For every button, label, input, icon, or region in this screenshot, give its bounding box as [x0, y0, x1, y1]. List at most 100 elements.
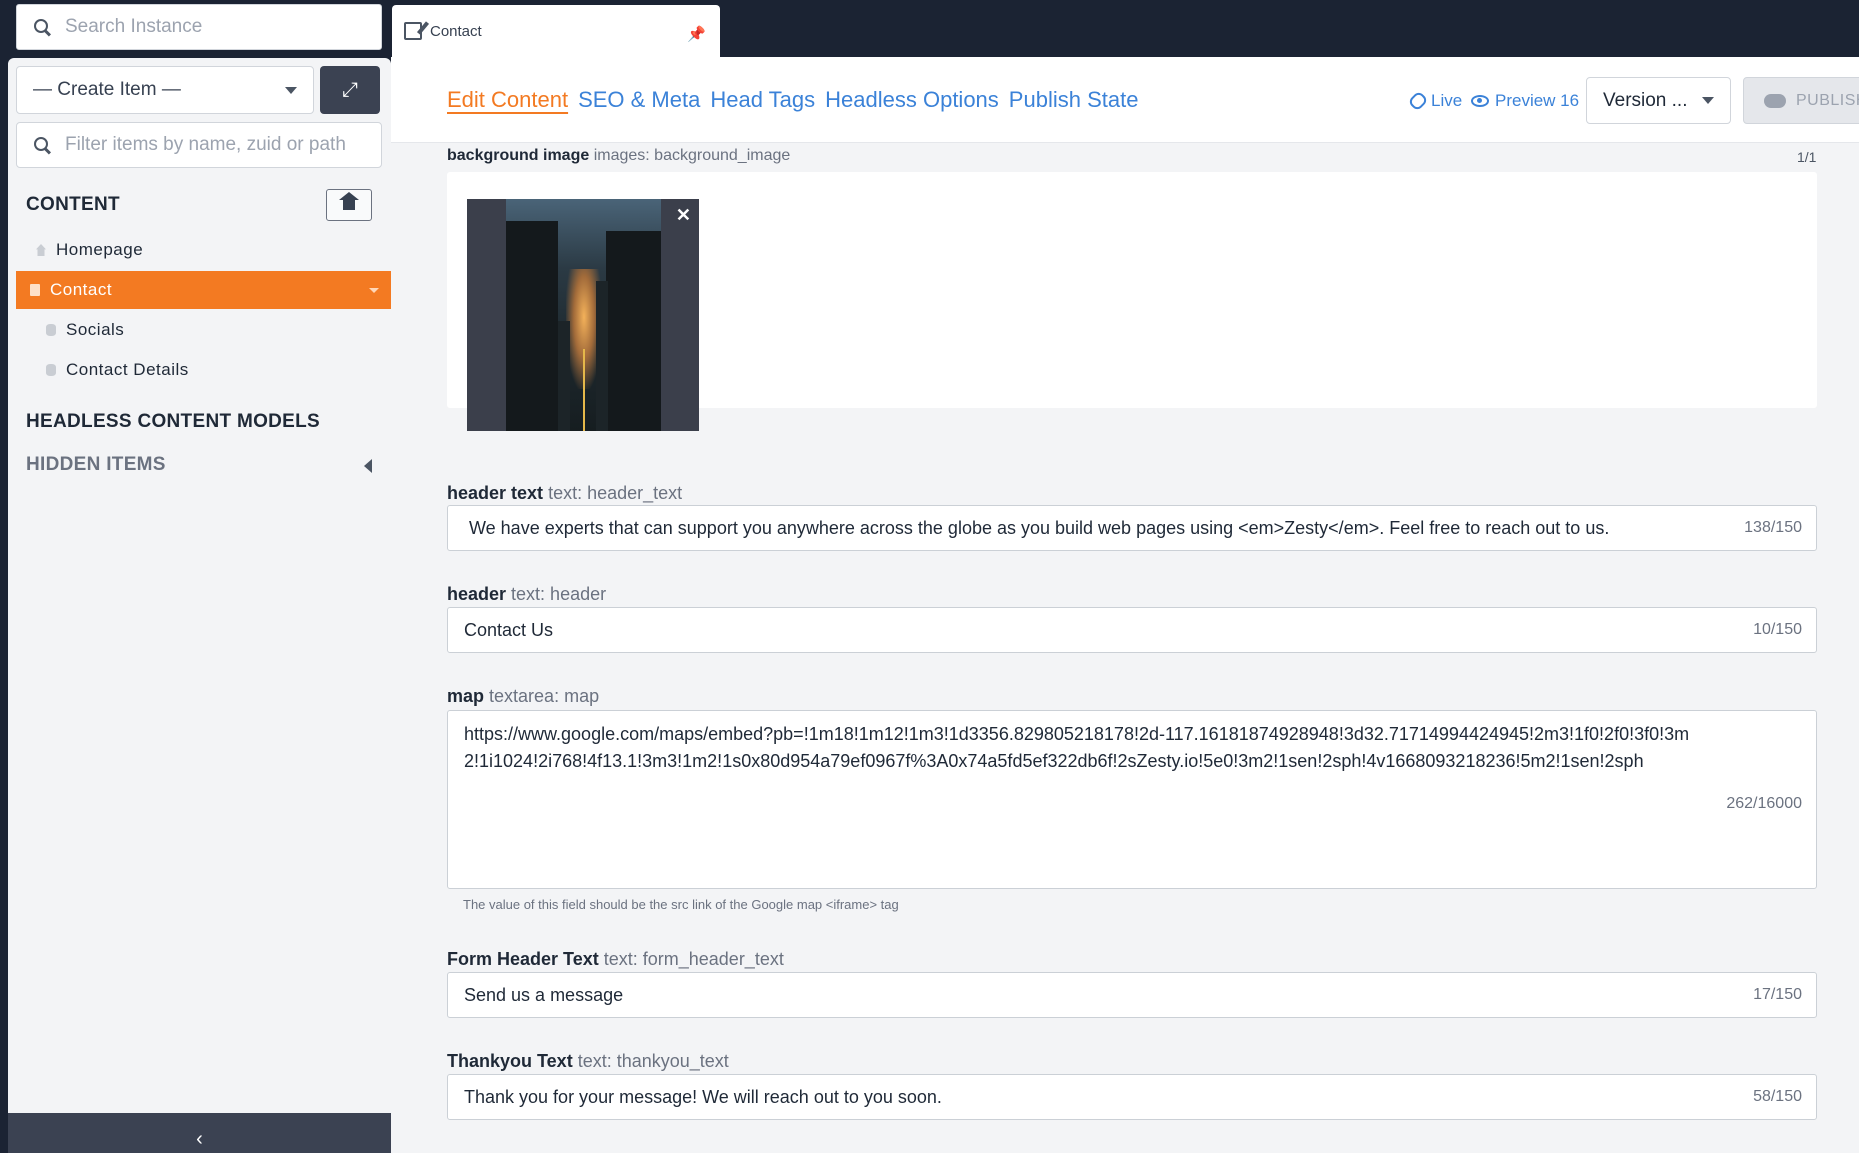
- tab-head-tags[interactable]: Head Tags: [710, 87, 815, 113]
- version-label: Version ...: [1603, 89, 1688, 111]
- map-help-text: The value of this field should be the sr…: [463, 897, 899, 912]
- building-mid-left: [558, 321, 570, 431]
- field-name: header: [447, 584, 507, 604]
- pin-icon[interactable]: 📌: [687, 25, 706, 43]
- sidebar-item-socials[interactable]: Socials: [16, 311, 391, 349]
- chevron-left-icon: ‹: [196, 1128, 203, 1150]
- field-value: We have experts that can support you any…: [469, 517, 1610, 538]
- search-icon: [33, 136, 51, 154]
- field-name: header text: [447, 483, 544, 503]
- thankyou-text-input[interactable]: Thank you for your message! We will reac…: [447, 1074, 1817, 1120]
- tab-edit-content[interactable]: Edit Content: [447, 87, 568, 113]
- chevron-down-icon[interactable]: [369, 288, 379, 293]
- field-name: map: [447, 686, 485, 706]
- home-icon: [339, 192, 359, 212]
- sidebar-item-homepage[interactable]: Homepage: [16, 231, 391, 269]
- home-icon: [36, 244, 46, 256]
- field-meta: images: background_image: [593, 147, 791, 164]
- city-street-image: [506, 199, 661, 431]
- sidebar-item-label: Contact: [50, 280, 113, 299]
- filter-items-input[interactable]: Filter items by name, zuid or path: [16, 122, 382, 168]
- live-label: Live: [1431, 91, 1463, 110]
- field-value: Contact Us: [464, 619, 554, 640]
- background-image-label: background image images: background_imag…: [447, 147, 790, 165]
- field-value: Thank you for your message! We will reac…: [464, 1086, 942, 1107]
- home-button[interactable]: [326, 189, 372, 221]
- tab-publish-state[interactable]: Publish State: [1009, 87, 1139, 113]
- tab-headless-options[interactable]: Headless Options: [825, 87, 999, 113]
- sidebar-item-contact-details[interactable]: Contact Details: [16, 351, 391, 389]
- header-label: header text: header: [447, 584, 606, 605]
- main-content: Edit Content SEO & Meta Head Tags Headle…: [391, 57, 1859, 1153]
- sidebar-item-label: Homepage: [56, 240, 144, 259]
- map-textarea[interactable]: https://www.google.com/maps/embed?pb=!1m…: [447, 710, 1817, 889]
- dataset-icon: [46, 324, 56, 336]
- chevron-down-icon: [1702, 97, 1714, 104]
- page-icon: [30, 284, 40, 296]
- tab-seo-meta[interactable]: SEO & Meta: [578, 87, 700, 113]
- create-item-label: — Create Item —: [33, 79, 181, 100]
- field-meta: text: thankyou_text: [577, 1051, 729, 1071]
- live-link[interactable]: Live: [1407, 90, 1463, 112]
- char-count: 262/16000: [1726, 795, 1802, 812]
- content-toolbar: Edit Content SEO & Meta Head Tags Headle…: [391, 57, 1859, 143]
- field-value: Send us a message: [464, 984, 624, 1005]
- hidden-items-title[interactable]: HIDDEN ITEMS: [26, 454, 166, 476]
- edit-icon: [404, 22, 422, 40]
- cloud-upload-icon: [1764, 93, 1786, 108]
- building-mid-right: [596, 281, 608, 431]
- chevron-left-icon[interactable]: [364, 459, 372, 473]
- eye-icon: [1471, 95, 1489, 107]
- publish-label: PUBLISH: [1796, 91, 1859, 109]
- dataset-icon: [46, 364, 56, 376]
- collapse-sidebar-button[interactable]: ‹: [8, 1113, 391, 1153]
- map-label: map textarea: map: [447, 686, 599, 707]
- field-name: Form Header Text: [447, 949, 599, 969]
- headless-models-title[interactable]: HEADLESS CONTENT MODELS: [26, 411, 320, 433]
- field-value: https://www.google.com/maps/embed?pb=!1m…: [464, 724, 1690, 771]
- sidebar-item-contact[interactable]: Contact: [16, 271, 391, 309]
- content-tabs: Edit Content SEO & Meta Head Tags Headle…: [447, 87, 1138, 113]
- field-meta: textarea: map: [489, 686, 600, 706]
- field-meta: text: header_text: [548, 483, 683, 503]
- search-icon: [33, 18, 51, 36]
- version-select[interactable]: Version ...: [1586, 77, 1731, 124]
- expand-button[interactable]: ⤢: [320, 66, 380, 114]
- road-line: [583, 349, 585, 431]
- link-icon: [1407, 90, 1429, 112]
- field-meta: text: header: [511, 584, 607, 604]
- header-text-label: header text text: header_text: [447, 483, 682, 504]
- field-name: background image: [447, 147, 590, 164]
- form-header-text-label: Form Header Text text: form_header_text: [447, 949, 784, 970]
- filter-items-placeholder: Filter items by name, zuid or path: [65, 134, 346, 155]
- char-count: 58/150: [1753, 1088, 1802, 1105]
- building-right: [606, 231, 661, 431]
- content-section-title: CONTENT: [26, 194, 120, 215]
- field-name: Thankyou Text: [447, 1051, 573, 1071]
- chevron-down-icon: [285, 86, 297, 94]
- form-header-text-input[interactable]: Send us a message 17/150: [447, 972, 1817, 1018]
- field-meta: text: form_header_text: [603, 949, 784, 969]
- background-image-panel: ✕: [447, 172, 1817, 431]
- remove-image-icon[interactable]: ✕: [676, 205, 691, 226]
- char-count: 138/150: [1744, 519, 1802, 536]
- header-text-input[interactable]: We have experts that can support you any…: [447, 505, 1817, 551]
- tab-contact-label: Contact: [430, 22, 482, 40]
- thankyou-text-label: Thankyou Text text: thankyou_text: [447, 1051, 729, 1072]
- publish-button[interactable]: PUBLISH: [1743, 77, 1859, 124]
- search-instance-input[interactable]: Search Instance: [16, 4, 382, 50]
- building-left: [506, 221, 558, 431]
- search-instance-placeholder: Search Instance: [65, 16, 203, 37]
- image-thumbnail[interactable]: ✕: [467, 199, 699, 431]
- char-count: 17/150: [1753, 986, 1802, 1003]
- sidebar-item-label: Socials: [66, 320, 125, 339]
- char-count: 10/150: [1753, 621, 1802, 638]
- sidebar-item-label: Contact Details: [66, 360, 189, 379]
- header-input[interactable]: Contact Us 10/150: [447, 607, 1817, 653]
- preview-label: Preview 16: [1495, 91, 1580, 110]
- preview-link[interactable]: Preview 16: [1471, 91, 1579, 111]
- tab-contact[interactable]: Contact 📌: [392, 5, 720, 57]
- expand-icon: ⤢: [342, 78, 358, 101]
- create-item-select[interactable]: — Create Item —: [16, 66, 314, 114]
- image-count: 1/1: [1797, 149, 1817, 165]
